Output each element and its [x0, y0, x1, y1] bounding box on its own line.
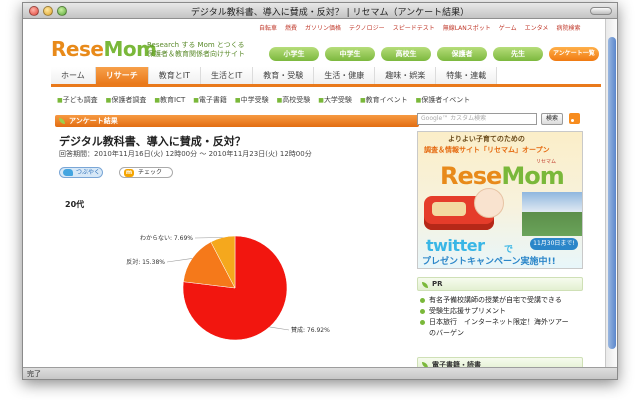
status-bar: 完了	[23, 367, 617, 379]
nav-tab-features[interactable]: 特集・連載	[436, 67, 498, 84]
chart-title: 20代	[65, 200, 85, 209]
vertical-scrollbar[interactable]	[605, 19, 617, 369]
site-tagline: Research する Mom とつくる 保護者＆教育関係者向けサイト	[147, 41, 245, 59]
zoom-button[interactable]	[57, 6, 67, 16]
top-link[interactable]: 自転車	[259, 23, 277, 32]
pr-list: 有名予備校講師の授業が自宅で受講できる 受験生応援サプリメント 日本旅行 インタ…	[419, 295, 585, 339]
nav-tab-research[interactable]: リサーチ	[95, 67, 149, 84]
top-link[interactable]: 無線LANスポット	[443, 23, 491, 32]
pr-link[interactable]: 日本旅行 インターネット限定！海外ツアーのバーゲン	[419, 317, 569, 339]
close-button[interactable]	[29, 6, 39, 16]
leaf-icon	[59, 118, 65, 124]
nav-tab-life-it[interactable]: 生活とIT	[201, 67, 254, 84]
subnav-link[interactable]: 高校受験	[277, 95, 310, 105]
subnav-link[interactable]: 中学受験	[235, 95, 269, 105]
top-links: 自転車 燃費 ガソリン価格 テクノロジー スピードテスト 無線LANスポット ゲ…	[259, 23, 580, 32]
audience-button-elementary[interactable]: 小学生	[269, 47, 319, 61]
pr-title: PR	[432, 280, 443, 288]
top-link[interactable]: ガソリン価格	[305, 23, 341, 32]
window-title: デジタル教科書、導入に賛成・反対？ | リセマム（アンケート結果）	[190, 8, 470, 18]
title-bar: デジタル教科書、導入に賛成・反対？ | リセマム（アンケート結果）	[23, 3, 617, 19]
twitter-logo: twitter	[426, 236, 485, 255]
top-link[interactable]: スピードテスト	[393, 23, 435, 32]
status-text: 完了	[27, 370, 41, 378]
answer-period: 回答期間：2010年11月16日(火) 12時00分 〜 2010年11月23日…	[59, 150, 312, 158]
rss-icon[interactable]	[569, 113, 580, 124]
pr-link[interactable]: 有名予備校講師の授業が自宅で受講できる	[419, 295, 585, 306]
survey-list-button[interactable]: アンケート一覧	[549, 47, 599, 61]
minimize-button[interactable]	[43, 6, 53, 16]
ad-logo-part-1: Rese	[440, 162, 502, 190]
logo-part-1: Rese	[51, 37, 104, 61]
baby-image	[474, 188, 504, 218]
audience-button-junior-high[interactable]: 中学生	[325, 47, 375, 61]
deadline-badge: 11月30日まで!	[530, 238, 578, 250]
audience-button-parents[interactable]: 保護者	[437, 47, 487, 61]
nav-tab-edu-it[interactable]: 教育とIT	[148, 67, 202, 84]
site-logo[interactable]: ReseMom	[51, 37, 157, 61]
audience-button-high-school[interactable]: 高校生	[381, 47, 431, 61]
ad-logo: ReseMom	[440, 162, 565, 190]
nav-tab-health[interactable]: 生活・健康	[314, 67, 376, 84]
leaf-icon	[422, 282, 428, 288]
subnav-link[interactable]: 子ども調査	[57, 95, 98, 105]
mixi-check-button[interactable]: m チェック	[119, 167, 173, 178]
article-headline: デジタル教科書、導入に賛成・反対？	[59, 135, 246, 148]
tagline-line-2: 保護者＆教育関係者向けサイト	[147, 50, 245, 58]
search-button[interactable]: 検索	[541, 113, 563, 125]
slice-label: 賛成: 76.92%	[291, 326, 330, 334]
tweet-button[interactable]: つぶやく	[59, 167, 103, 178]
campaign-text: プレゼントキャンペーン実施中!!	[422, 257, 556, 267]
nav-tab-hobby[interactable]: 趣味・娯楽	[375, 67, 437, 84]
tagline-line-1: Research する Mom とつくる	[147, 41, 245, 49]
nav-tab-exam[interactable]: 教育・受験	[253, 67, 315, 84]
ad-line-1: よりよい子育てのための	[448, 135, 525, 143]
subnav-link[interactable]: 保護者調査	[106, 95, 146, 105]
ad-logo-part-2: Mom	[501, 162, 564, 190]
pie-chart: 賛成: 76.92% 反対: 15.38% わからない: 7.69%	[126, 235, 330, 341]
tweet-button-label: つぶやく	[76, 169, 101, 176]
subnav-link[interactable]: 教育ICT	[154, 95, 185, 105]
sub-nav: 子ども調査 保護者調査 教育ICT 電子書籍 中学受験 高校受験 大学受験 教育…	[57, 95, 471, 105]
mixi-icon: m	[124, 169, 134, 177]
banner-ad[interactable]: よりよい子育てのための 調査＆情報サイト「リセマム」オープン ReseMom リ…	[417, 131, 583, 269]
ad-line-2: 調査＆情報サイト「リセマム」オープン	[424, 146, 550, 154]
audience-button-teachers[interactable]: 先生	[493, 47, 543, 61]
slice-leader-line	[166, 258, 193, 263]
main-nav: ホーム リサーチ 教育とIT 生活とIT 教育・受験 生活・健康 趣味・娯楽 特…	[51, 67, 601, 87]
search-input[interactable]: Google™ カスタム検索	[417, 113, 537, 125]
subnav-link[interactable]: 大学受験	[318, 95, 352, 105]
section-header: アンケート結果	[55, 115, 419, 127]
twitter-bird-icon	[63, 169, 73, 176]
slice-label: 反対: 15.38%	[126, 258, 165, 266]
scroll-thumb[interactable]	[608, 37, 616, 349]
audience-buttons: 小学生 中学生 高校生 保護者 先生 アンケート一覧	[269, 47, 599, 61]
check-button-label: チェック	[138, 169, 163, 176]
top-link[interactable]: ゲーム	[499, 23, 517, 32]
ad-logo-ruby: リセマム	[536, 159, 557, 165]
slice-label: わからない: 7.69%	[140, 235, 193, 242]
subnav-link[interactable]: 保護者イベント	[416, 95, 470, 105]
subnav-link[interactable]: 教育イベント	[360, 95, 408, 105]
slice-leader-line	[269, 326, 290, 331]
top-link[interactable]: テクノロジー	[349, 23, 385, 32]
nav-tab-home[interactable]: ホーム	[51, 67, 96, 84]
top-link[interactable]: 燃費	[285, 23, 297, 32]
toolbar-toggle-button[interactable]	[590, 7, 612, 15]
pr-link[interactable]: 受験生応援サプリメント	[419, 306, 585, 317]
children-photo	[522, 192, 582, 236]
page-viewport: 自転車 燃費 ガソリン価格 テクノロジー スピードテスト 無線LANスポット ゲ…	[23, 19, 607, 369]
top-link[interactable]: エンタメ	[525, 23, 549, 32]
pr-header: PR	[417, 277, 583, 291]
browser-window: デジタル教科書、導入に賛成・反対？ | リセマム（アンケート結果） 自転車 燃費…	[22, 2, 618, 380]
subnav-link[interactable]: 電子書籍	[193, 95, 227, 105]
top-link[interactable]: 病院検索	[556, 23, 580, 32]
section-title: アンケート結果	[69, 117, 118, 125]
